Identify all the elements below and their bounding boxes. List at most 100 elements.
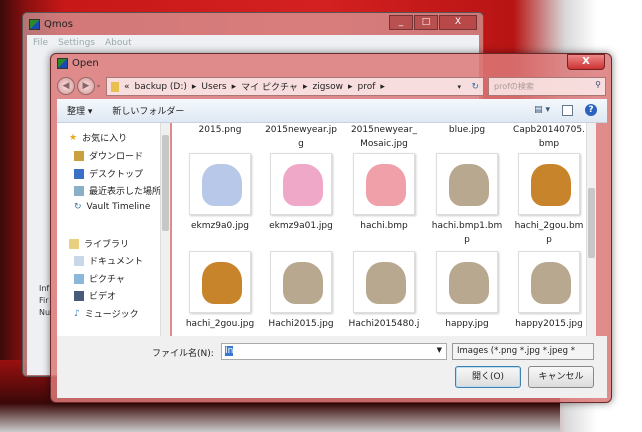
file-name: happy2015.jpg [515,319,583,329]
preview-pane-icon[interactable] [562,104,573,116]
nav-label: ライブラリ [84,240,130,250]
breadcrumb-item[interactable]: マイ ピクチャ [241,80,298,93]
app-icon [57,58,68,69]
breadcrumb-separator-icon: ▸ [302,81,308,92]
file-type-value: Images (*.png *.jpg *.jpeg * [457,346,575,356]
thumbnail-image [202,262,242,304]
file-item[interactable]: hachi_2gou.jpg [179,251,261,331]
breadcrumb-item[interactable]: zigsow [312,82,343,92]
download-icon [74,150,84,161]
dialog-close-button[interactable]: X [567,54,605,70]
file-name: hachi.bmp1.bm [431,221,503,231]
breadcrumb-item[interactable]: prof [358,82,376,92]
file-thumbnail [518,251,580,313]
navigation-pane: ★ お気に入り ダウンロード デスクトップ 最近表示した場所 ↻ Vault Tim… [57,123,170,336]
file-item[interactable]: hachi.bmp1.bm p [426,153,508,247]
nav-recent[interactable]: 最近表示した場所 [74,184,161,197]
file-thumbnail [436,251,498,313]
file-thumbnail [518,153,580,215]
thumbnail-image [449,262,489,304]
info-label: Inf [39,284,50,293]
file-name: Hachi2015.jpg [268,319,334,329]
file-item[interactable]: hachi.bmp [343,153,425,233]
breadcrumb-item[interactable]: backup (D:) [135,82,187,92]
file-item[interactable]: 2015newyear.jp g [260,123,342,151]
nav-documents[interactable]: ドキュメント [74,254,143,267]
library-icon [69,238,79,249]
forward-button[interactable]: ▶ [77,77,95,95]
file-item[interactable]: hachi_2gou.bm p [508,153,590,247]
nav-libraries[interactable]: ライブラリ [69,237,129,250]
thumbnail-image [366,164,406,206]
thumbnail-image [449,164,489,206]
nav-favorites[interactable]: ★ お気に入り [69,131,128,145]
file-item[interactable]: happy.jpg [426,251,508,331]
app-icon [29,18,40,30]
nav-scrollbar[interactable] [160,123,170,336]
nav-label: お気に入り [82,134,128,144]
file-name: p [546,235,552,245]
file-type-select[interactable]: Images (*.png *.jpg *.jpeg * [452,343,594,360]
close-button[interactable]: X [439,15,477,30]
file-name: hachi_2gou.jpg [185,319,255,329]
file-item[interactable]: Hachi2015.jpg [260,251,342,331]
nav-label: ミュージック [84,310,139,320]
file-thumbnail [353,153,415,215]
organize-button[interactable]: 整理 ▾ [67,104,92,117]
file-item[interactable]: happy2015.jpg [508,251,590,331]
menu-file[interactable]: File [33,38,48,372]
breadcrumb-item[interactable]: Users [201,82,226,92]
maximize-button[interactable]: □ [414,15,438,30]
file-name: ekmz9a01.jpg [269,221,333,231]
file-name: Mosaic.jpg [360,139,408,149]
thumbnail-image [283,262,323,304]
minimize-button[interactable]: _ [389,15,413,30]
file-name: blue.jpg [448,125,486,135]
scrollbar-thumb[interactable] [162,135,169,231]
file-item[interactable]: ekmz9a0.jpg [179,153,261,233]
thumbnail-image [202,164,242,206]
file-item[interactable]: ekmz9a01.jpg [260,153,342,233]
file-name: hachi.bmp [360,221,408,231]
open-dialog: Open X ◀ ▶ ▾ « backup (D:) ▸ Users ▸ マイ ピク… [50,53,612,403]
file-item[interactable]: 2015newyear_ Mosaic.jpg [343,123,425,151]
address-dropdown-icon[interactable]: ▾ [457,83,461,91]
new-folder-button[interactable]: 新しいフォルダー [112,104,184,117]
nav-desktop[interactable]: デスクトップ [74,167,143,180]
nav-vault-timeline[interactable]: ↻ Vault Timeline [74,202,150,212]
nav-label: ピクチャ [89,275,125,285]
back-button[interactable]: ◀ [57,77,75,95]
file-name: bmp [538,139,560,149]
help-icon[interactable]: ? [585,104,597,116]
file-item[interactable]: blue.jpg [426,123,508,137]
file-item[interactable]: Capb20140705. bmp [508,123,590,151]
star-icon: ★ [69,132,78,143]
chevron-down-icon[interactable]: ▼ [437,346,442,354]
open-button[interactable]: 開く(O) [455,366,521,388]
breadcrumb-separator-icon: ▸ [380,81,385,92]
refresh-icon[interactable]: ↻ [471,82,479,92]
nav-label: Vault Timeline [86,202,151,212]
scrollbar-thumb[interactable] [588,188,595,258]
filename-input[interactable]: In ▼ [221,343,447,360]
nav-label: ビデオ [89,292,117,302]
address-bar[interactable]: « backup (D:) ▸ Users ▸ マイ ピクチャ ▸ zigsow ▸ p… [106,77,484,96]
view-options-icon[interactable]: ▤ ▾ [534,105,550,115]
videos-icon [74,290,84,301]
dialog-footer: ファイル名(N): In ▼ Images (*.png *.jpg *.jpeg… [57,336,607,398]
file-item[interactable]: 2015.png [179,123,261,137]
cancel-button[interactable]: キャンセル [528,366,594,388]
toolbar: 整理 ▾ 新しいフォルダー ▤ ▾ ? [57,99,607,123]
recent-places-icon [74,185,84,196]
breadcrumb-overflow[interactable]: « [124,82,130,92]
info-label: Nu [39,308,51,317]
file-item[interactable]: Hachi2015480.j [343,251,425,331]
file-list-scrollbar[interactable] [586,123,596,336]
window-title: Qmos [44,18,73,30]
search-input[interactable]: profの検索 ⚲ [488,77,606,96]
nav-videos[interactable]: ビデオ [74,289,116,302]
nav-pictures[interactable]: ピクチャ [74,272,125,285]
nav-downloads[interactable]: ダウンロード [74,149,143,162]
nav-music[interactable]: ♪ ミュージック [74,307,139,321]
history-dropdown-icon[interactable]: ▾ [97,83,100,90]
